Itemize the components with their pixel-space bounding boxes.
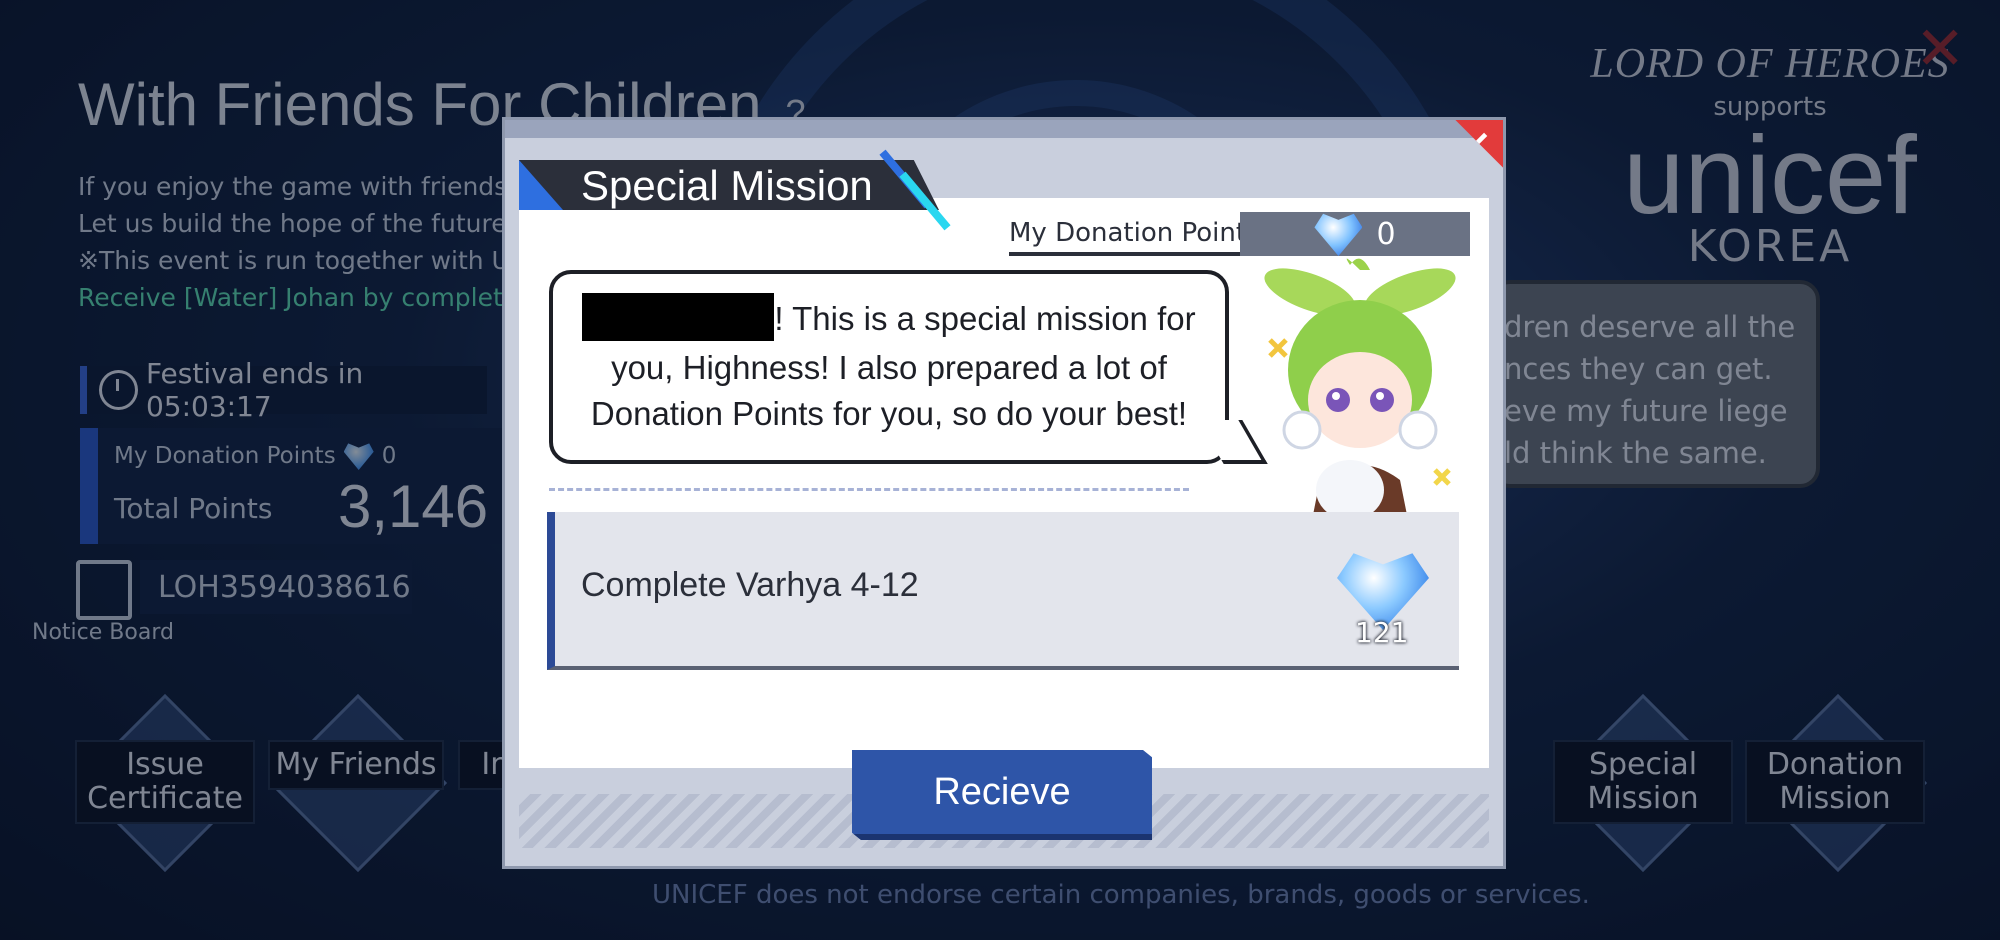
mission-description: Complete Varhya 4-12 <box>581 566 919 604</box>
bubble-line: dren deserve all the <box>1504 310 1796 344</box>
heart-gem-icon <box>343 443 374 470</box>
notice-board-label: Notice Board <box>32 620 174 645</box>
character-speech-bubble: dren deserve all the nces they can get. … <box>1490 280 1820 488</box>
dialog-title: Special Mission <box>581 162 873 209</box>
special-mission-button[interactable]: Special Mission <box>1553 740 1733 824</box>
game-logo: LORD OF HEROES <box>1590 41 1950 87</box>
donation-mission-button[interactable]: Donation Mission <box>1745 740 1925 824</box>
total-points-label: Total Points <box>114 492 273 525</box>
speech-line: you, Highness! I also prepared a lot of <box>611 349 1167 387</box>
notice-board-icon[interactable] <box>76 560 132 620</box>
issue-certificate-button[interactable]: Issue Certificate <box>75 740 255 824</box>
event-description: If you enjoy the game with friends, y Le… <box>78 168 508 316</box>
bubble-line: nces they can get. <box>1504 352 1773 386</box>
receive-button[interactable]: Recieve <box>852 750 1152 840</box>
mascot-character <box>1264 258 1456 530</box>
my-donation-points-label: My Donation Points <box>114 443 336 469</box>
donation-points-value: 0 <box>1376 216 1396 252</box>
my-donation-points-value: 0 <box>381 443 397 469</box>
description-line: Let us build the hope of the future t <box>78 209 508 238</box>
my-friends-button[interactable]: My Friends <box>268 740 444 790</box>
mission-row: Complete Varhya 4-12 121 <box>547 512 1459 670</box>
donation-points-label: My Donation Points <box>1009 218 1260 256</box>
description-line: If you enjoy the game with friends, y <box>78 172 508 201</box>
bubble-line: ld think the same. <box>1504 436 1767 470</box>
dashed-divider <box>549 488 1189 491</box>
special-mission-dialog: Special Mission ✕ My Donation Points 0 !… <box>505 120 1503 866</box>
bubble-line: eve my future liege <box>1504 394 1788 428</box>
dialog-header-strip <box>505 120 1503 138</box>
unicef-logo: unicef <box>1623 114 1917 237</box>
speech-line: Donation Points for you, so do your best… <box>590 395 1188 433</box>
close-icon[interactable]: ✕ <box>1915 14 1965 84</box>
redacted-name <box>582 293 775 342</box>
description-line: ※This event is run together with UN <box>78 246 508 275</box>
sponsor-branding: LORD OF HEROES supports unicef KOREA <box>1570 40 1970 272</box>
description-reward-line: Receive [Water] Johan by completi <box>78 283 508 312</box>
friend-code-box: LOH3594038616 <box>140 560 412 614</box>
clock-icon <box>99 370 138 410</box>
total-points-value: 3,146 <box>338 473 489 540</box>
speech-line: ! This is a special mission for <box>553 293 1225 345</box>
points-summary: My Donation Points 0 Total Points 3,146 <box>80 428 528 544</box>
mission-speech-bubble: ! This is a special mission for you, Hig… <box>549 270 1229 464</box>
unicef-disclaimer: UNICEF does not endorse certain companie… <box>652 880 1590 910</box>
friend-code-value: LOH3594038616 <box>158 569 411 605</box>
reward-count: 121 <box>1355 616 1409 649</box>
festival-timer: Festival ends in 05:03:17 <box>80 357 487 423</box>
festival-timer-text: Festival ends in 05:03:17 <box>145 357 364 423</box>
